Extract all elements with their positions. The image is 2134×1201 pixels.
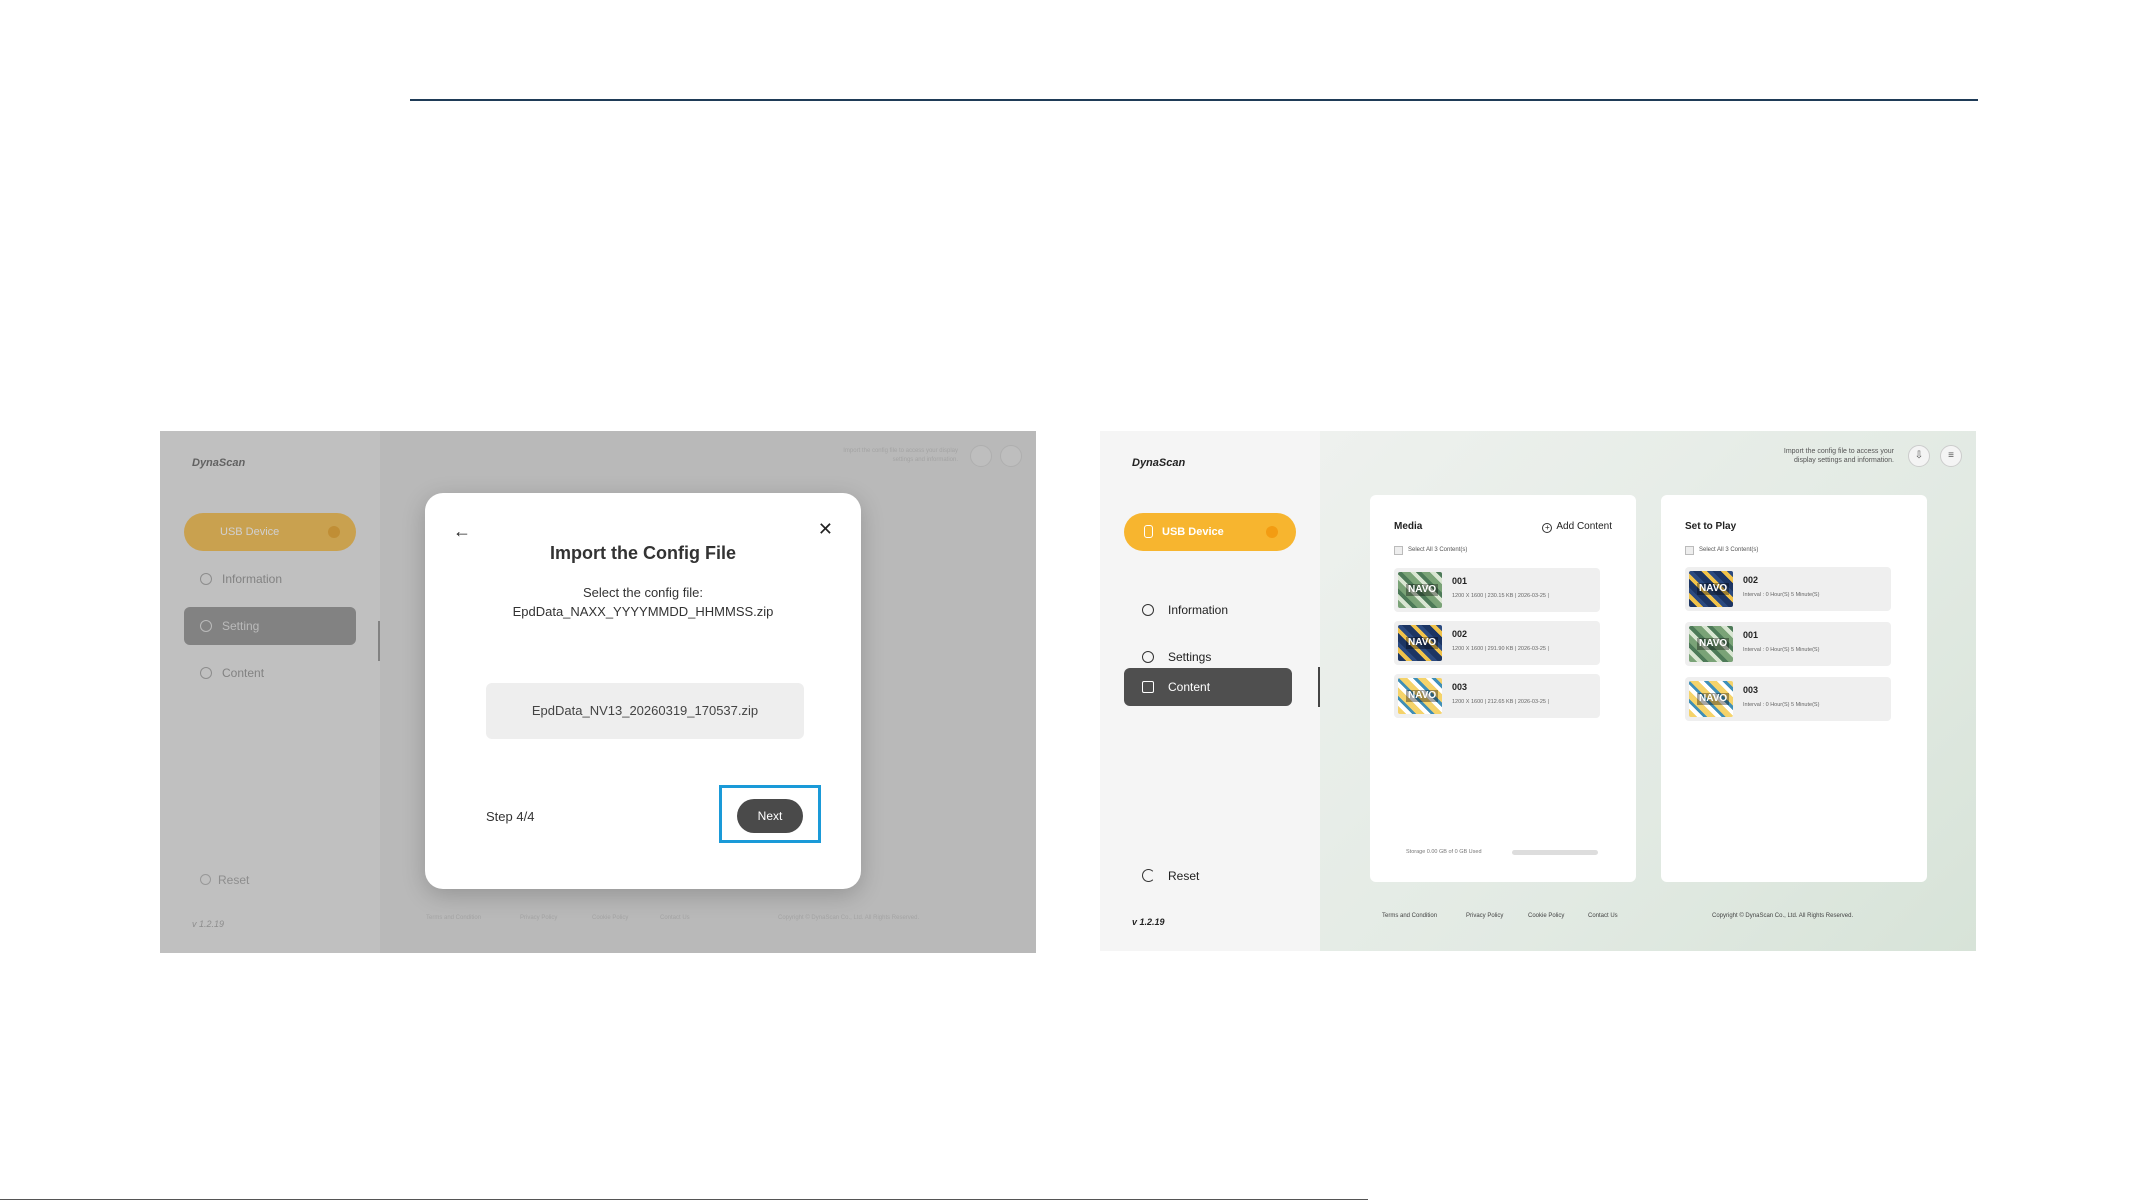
playlist-item-interval: Interval : 0 Hour(S) 5 Minute(S): [1743, 647, 1820, 653]
select-all-label: Select All 3 Content(s): [1408, 547, 1468, 553]
thumbnail-brand: NAVO: [1697, 583, 1730, 595]
media-item-meta: 1200 X 1600 | 291.90 KB | 2026-03-25 |: [1452, 646, 1549, 652]
media-item-name: 002: [1452, 629, 1468, 639]
logo: DynaScan: [1132, 457, 1186, 469]
dialog-instructions: Select the config file: EpdData_NAXX_YYY…: [425, 583, 861, 621]
sidebar-item-label: Information: [1168, 603, 1229, 617]
gear-icon: [1142, 651, 1154, 663]
media-panel-title: Media: [1394, 521, 1423, 532]
add-content-label: Add Content: [1556, 521, 1612, 532]
thumbnail-brand: NAVO: [1406, 584, 1439, 596]
select-all-checkbox[interactable]: Select All 3 Content(s): [1685, 546, 1758, 555]
playlist-item-interval: Interval : 0 Hour(S) 5 Minute(S): [1743, 702, 1820, 708]
status-dot: [1266, 526, 1278, 538]
menu-icon[interactable]: ≡: [1940, 445, 1962, 467]
set-to-play-panel: Set to Play Select All 3 Content(s) NAVO…: [1661, 495, 1927, 882]
play-panel-title: Set to Play: [1685, 521, 1737, 532]
instruction-line-1: Select the config file:: [583, 585, 703, 600]
image-icon: [1142, 681, 1154, 693]
media-item-name: 001: [1452, 576, 1468, 586]
thumbnail-brand: NAVO: [1406, 637, 1439, 649]
media-thumbnail: NAVO: [1398, 625, 1442, 661]
playlist-thumbnail: NAVO: [1689, 626, 1733, 662]
import-config-dialog: ← ✕ Import the Config File Select the co…: [425, 493, 861, 889]
media-item[interactable]: NAVO 001 1200 X 1600 | 230.15 KB | 2026-…: [1394, 568, 1600, 612]
sidebar-item-content[interactable]: Content: [1124, 668, 1292, 706]
media-panel: Media + Add Content Select All 3 Content(…: [1370, 495, 1636, 882]
next-button[interactable]: Next: [737, 799, 803, 833]
dialog-title: Import the Config File: [550, 543, 736, 563]
thumbnail-brand: NAVO: [1697, 693, 1730, 705]
thumbnail-brand: NAVO: [1406, 690, 1439, 702]
media-item[interactable]: NAVO 002 1200 X 1600 | 291.90 KB | 2026-…: [1394, 621, 1600, 665]
playlist-item-name: 002: [1743, 575, 1759, 585]
footer-link-contact[interactable]: Contact Us: [1588, 913, 1618, 919]
playlist-item[interactable]: NAVO 002 Interval : 0 Hour(S) 5 Minute(S…: [1685, 567, 1891, 611]
media-thumbnail: NAVO: [1398, 678, 1442, 714]
step-indicator: Step 4/4: [486, 809, 535, 824]
selected-file-field[interactable]: EpdData_NV13_20260319_170537.zip: [486, 683, 804, 739]
media-thumbnail: NAVO: [1398, 572, 1442, 608]
playlist-item-name: 003: [1743, 685, 1759, 695]
footer-link-cookie[interactable]: Cookie Policy: [1528, 913, 1564, 919]
playlist-item-name: 001: [1743, 630, 1759, 640]
usb-icon: [1144, 525, 1153, 538]
usb-device-label: USB Device: [1162, 526, 1224, 538]
content-screen: DynaScan USB Device Information Settings…: [1100, 431, 1976, 951]
playlist-item[interactable]: NAVO 001 Interval : 0 Hour(S) 5 Minute(S…: [1685, 622, 1891, 666]
sidebar-item-label: Content: [1168, 680, 1211, 694]
plus-circle-icon: +: [1542, 523, 1553, 533]
header-hint-line-2: display settings and information.: [1794, 457, 1894, 464]
thumbnail-brand: NAVO: [1697, 638, 1730, 650]
playlist-item-interval: Interval : 0 Hour(S) 5 Minute(S): [1743, 592, 1820, 598]
reset-icon: [1142, 869, 1155, 882]
sidebar-item-label: Settings: [1168, 650, 1212, 664]
top-rule: [410, 99, 1978, 101]
checkbox[interactable]: [1394, 546, 1403, 555]
footer-link-privacy[interactable]: Privacy Policy: [1466, 913, 1503, 919]
reset-label: Reset: [1168, 869, 1200, 883]
info-icon: [1142, 604, 1154, 616]
storage-label: Storage 0.00 GB of 0 GB Used: [1406, 849, 1482, 855]
header-hint: Import the config file to access your di…: [1754, 447, 1894, 465]
header-hint-line-1: Import the config file to access your: [1783, 448, 1894, 455]
sidebar-item-information[interactable]: Information: [1124, 591, 1292, 629]
playlist-thumbnail: NAVO: [1689, 681, 1733, 717]
media-item-meta: 1200 X 1600 | 212.65 KB | 2026-03-25 |: [1452, 699, 1549, 705]
footer-copyright: Copyright © DynaScan Co., Ltd. All Right…: [1712, 913, 1854, 919]
add-content-button[interactable]: + Add Content: [1542, 521, 1612, 533]
version-label: v 1.2.19: [1132, 917, 1165, 927]
arrow-left-icon[interactable]: ←: [453, 521, 471, 542]
media-item-meta: 1200 X 1600 | 230.15 KB | 2026-03-25 |: [1452, 593, 1549, 599]
import-config-screen: DynaScan USB Device Information Setting …: [160, 431, 1036, 953]
close-icon[interactable]: ✕: [818, 519, 833, 540]
playlist-item[interactable]: NAVO 003 Interval : 0 Hour(S) 5 Minute(S…: [1685, 677, 1891, 721]
media-item-name: 003: [1452, 682, 1468, 692]
sidebar: DynaScan USB Device Information Settings…: [1100, 431, 1320, 951]
media-item[interactable]: NAVO 003 1200 X 1600 | 212.65 KB | 2026-…: [1394, 674, 1600, 718]
footer-link-terms[interactable]: Terms and Condition: [1382, 913, 1437, 919]
storage-bar: [1512, 850, 1598, 855]
select-all-checkbox[interactable]: Select All 3 Content(s): [1394, 546, 1467, 555]
playlist-thumbnail: NAVO: [1689, 571, 1733, 607]
usb-device-button[interactable]: USB Device: [1124, 513, 1296, 551]
instruction-line-2: EpdData_NAXX_YYYYMMDD_HHMMSS.zip: [512, 604, 774, 619]
bottom-rule: [0, 1199, 1368, 1200]
checkbox[interactable]: [1685, 546, 1694, 555]
download-icon[interactable]: ⇩: [1908, 445, 1930, 467]
reset-button[interactable]: Reset: [1142, 869, 1199, 883]
select-all-label: Select All 3 Content(s): [1699, 547, 1759, 553]
